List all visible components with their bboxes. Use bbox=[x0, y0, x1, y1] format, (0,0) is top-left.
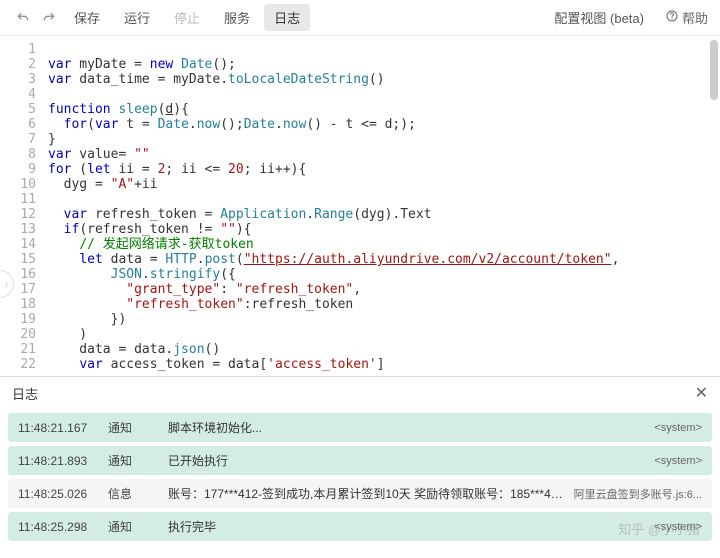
log-source: <system> bbox=[654, 422, 702, 434]
run-button[interactable]: 运行 bbox=[114, 4, 160, 31]
code-line[interactable]: let data = HTTP.post("https://auth.aliyu… bbox=[48, 252, 720, 267]
log-row: 11:48:25.026信息账号：177***412-签到成功,本月累计签到10… bbox=[8, 479, 712, 508]
log-time: 11:48:21.893 bbox=[18, 454, 108, 468]
log-time: 11:48:25.026 bbox=[18, 487, 108, 501]
code-line[interactable]: var data_time = myDate.toLocaleDateStrin… bbox=[48, 72, 720, 87]
line-number: 3 bbox=[0, 72, 36, 87]
help-icon bbox=[666, 10, 678, 25]
log-tab-button[interactable]: 日志 bbox=[264, 4, 310, 31]
log-type: 通知 bbox=[108, 419, 168, 436]
help-button[interactable]: 帮助 bbox=[666, 8, 708, 27]
stop-button: 停止 bbox=[164, 4, 210, 31]
line-number: 5 bbox=[0, 102, 36, 117]
log-type: 通知 bbox=[108, 518, 168, 535]
code-line[interactable] bbox=[48, 192, 720, 207]
line-number: 8 bbox=[0, 147, 36, 162]
line-number: 13 bbox=[0, 222, 36, 237]
config-view-button[interactable]: 配置视图 (beta) bbox=[544, 4, 654, 31]
code-area[interactable]: var myDate = new Date();var data_time = … bbox=[48, 36, 720, 376]
log-row: 11:48:25.298通知执行完毕<system> bbox=[8, 512, 712, 541]
code-line[interactable]: "grant_type": "refresh_token", bbox=[48, 282, 720, 297]
log-message: 已开始执行 bbox=[168, 452, 654, 469]
line-gutter: 12345678910111213141516171819202122 bbox=[0, 36, 48, 376]
log-type: 信息 bbox=[108, 485, 168, 502]
log-row: 11:48:21.893通知已开始执行<system> bbox=[8, 446, 712, 475]
log-message: 账号：177***412-签到成功,本月累计签到10天 奖励待领取账号：185*… bbox=[168, 485, 574, 502]
code-line[interactable]: } bbox=[48, 132, 720, 147]
help-label: 帮助 bbox=[682, 8, 708, 27]
undo-icon[interactable] bbox=[12, 7, 34, 29]
code-line[interactable]: ) bbox=[48, 327, 720, 342]
toolbar: 保存 运行 停止 服务 日志 配置视图 (beta) 帮助 bbox=[0, 0, 720, 36]
log-message: 执行完毕 bbox=[168, 518, 654, 535]
log-rows: 11:48:21.167通知脚本环境初始化...<system>11:48:21… bbox=[0, 413, 720, 541]
code-line[interactable]: for(var t = Date.now();Date.now() - t <=… bbox=[48, 117, 720, 132]
vertical-scrollbar[interactable] bbox=[710, 40, 718, 100]
line-number: 18 bbox=[0, 297, 36, 312]
line-number: 14 bbox=[0, 237, 36, 252]
log-time: 11:48:21.167 bbox=[18, 421, 108, 435]
log-message: 脚本环境初始化... bbox=[168, 419, 654, 436]
line-number: 7 bbox=[0, 132, 36, 147]
line-number: 2 bbox=[0, 57, 36, 72]
line-number: 4 bbox=[0, 87, 36, 102]
code-line[interactable]: if(refresh_token != ""){ bbox=[48, 222, 720, 237]
line-number: 12 bbox=[0, 207, 36, 222]
line-number: 10 bbox=[0, 177, 36, 192]
code-line[interactable]: // 发起网络请求-获取token bbox=[48, 237, 720, 252]
line-number: 21 bbox=[0, 342, 36, 357]
code-line[interactable]: JSON.stringify({ bbox=[48, 267, 720, 282]
redo-icon[interactable] bbox=[38, 7, 60, 29]
line-number: 20 bbox=[0, 327, 36, 342]
log-source: <system> bbox=[654, 455, 702, 467]
code-line[interactable]: var myDate = new Date(); bbox=[48, 57, 720, 72]
code-line[interactable] bbox=[48, 42, 720, 57]
line-number: 19 bbox=[0, 312, 36, 327]
code-line[interactable]: var access_token = data['access_token'] bbox=[48, 357, 720, 372]
code-line[interactable]: var refresh_token = Application.Range(dy… bbox=[48, 207, 720, 222]
log-source: <system> bbox=[654, 521, 702, 533]
line-number: 6 bbox=[0, 117, 36, 132]
line-number: 11 bbox=[0, 192, 36, 207]
code-line[interactable]: dyg = "A"+ii bbox=[48, 177, 720, 192]
log-panel: 日志 ✕ 11:48:21.167通知脚本环境初始化...<system>11:… bbox=[0, 376, 720, 541]
code-line[interactable]: }) bbox=[48, 312, 720, 327]
code-line[interactable]: for (let ii = 2; ii <= 20; ii++){ bbox=[48, 162, 720, 177]
code-line[interactable]: data = data.json() bbox=[48, 342, 720, 357]
code-line[interactable]: "refresh_token":refresh_token bbox=[48, 297, 720, 312]
code-editor[interactable]: 12345678910111213141516171819202122 var … bbox=[0, 36, 720, 376]
log-source: 阿里云盘签到多账号.js:6... bbox=[574, 486, 702, 502]
code-line[interactable]: function sleep(d){ bbox=[48, 102, 720, 117]
save-button[interactable]: 保存 bbox=[64, 4, 110, 31]
line-number: 9 bbox=[0, 162, 36, 177]
log-type: 通知 bbox=[108, 452, 168, 469]
code-line[interactable] bbox=[48, 87, 720, 102]
log-row: 11:48:21.167通知脚本环境初始化...<system> bbox=[8, 413, 712, 442]
log-time: 11:48:25.298 bbox=[18, 520, 108, 534]
line-number: 1 bbox=[0, 42, 36, 57]
log-panel-title: 日志 bbox=[12, 384, 695, 403]
line-number: 15 bbox=[0, 252, 36, 267]
close-icon[interactable]: ✕ bbox=[695, 383, 708, 403]
code-line[interactable]: var value= "" bbox=[48, 147, 720, 162]
line-number: 22 bbox=[0, 357, 36, 372]
service-button[interactable]: 服务 bbox=[214, 4, 260, 31]
